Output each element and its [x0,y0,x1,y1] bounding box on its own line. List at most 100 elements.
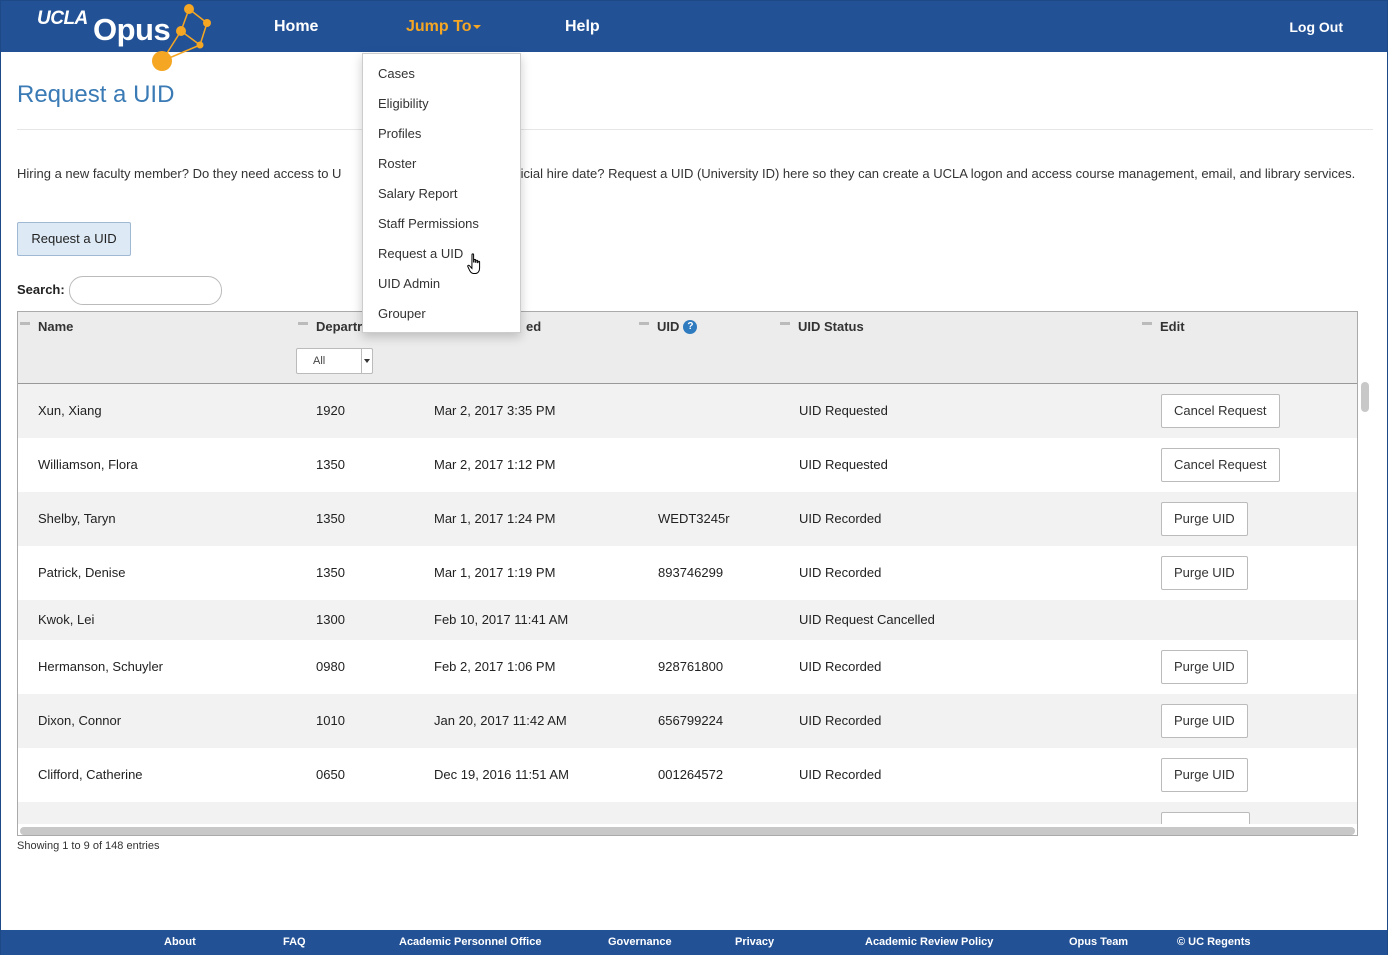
cell-department: 1300 [316,612,345,627]
cell-uid: WEDT3245r [658,511,730,526]
column-header-name-label: Name [38,319,74,334]
column-header-edit[interactable]: Edit [1142,319,1185,334]
nav-help[interactable]: Help [565,18,600,36]
department-filter-select[interactable]: All [296,348,373,374]
jump-menu-item-salary-report[interactable]: Salary Report [363,179,520,209]
cell-department: 1350 [316,457,345,472]
sort-handle-icon [1142,322,1152,326]
cell-uid-status: UID Recorded [799,659,882,674]
top-navigation-bar: UCLA Opus Home Jump To Help Log Out [1,1,1387,71]
cell-uid-status: UID Recorded [799,511,882,526]
jump-menu-item-eligibility[interactable]: Eligibility [363,89,520,119]
footer-link-academic-review-policy[interactable]: Academic Review Policy [865,936,993,948]
page-title: Request a UID [17,81,175,108]
cell-department: 1010 [316,713,345,728]
sort-handle-icon [298,322,308,326]
purge-uid-button[interactable]: Purge UID [1161,650,1248,684]
table-body: Xun, Xiang 1920 Mar 2, 2017 3:35 PM UID Req… [18,384,1357,824]
cell-uid-status: UID Request Cancelled [799,612,935,627]
nav-jump-to[interactable]: Jump To [406,18,482,36]
cell-uid: 893746299 [658,565,724,580]
table-row: Dixon, Connor 1010 Jan 20, 2017 11:42 AM 65… [18,694,1357,748]
cell-uid: 928761800 [658,659,724,674]
purge-uid-button[interactable]: Purge UID [1161,704,1248,738]
jump-to-menu: Cases Eligibility Profiles Roster Salary Rep… [362,53,521,333]
vertical-scrollbar[interactable] [1361,382,1369,412]
cell-department: 1350 [316,511,345,526]
caret-down-icon [473,24,482,29]
table-row: Kwok, Lei 1300 Feb 10, 2017 11:41 AM UID Re… [18,600,1357,640]
footer-link-about[interactable]: About [164,936,196,948]
table-row: Patrick, Denise 1350 Mar 1, 2017 1:19 PM 89… [18,546,1357,600]
column-header-department-label: Departr [316,319,363,334]
jump-menu-item-staff-permissions[interactable]: Staff Permissions [363,209,520,239]
column-header-requested[interactable]: ed [526,319,541,334]
jump-menu-item-profiles[interactable]: Profiles [363,119,520,149]
entries-count: Showing 1 to 9 of 148 entries [17,840,160,852]
logout-link[interactable]: Log Out [1289,19,1343,35]
jump-menu-item-roster[interactable]: Roster [363,149,520,179]
intro-text-after: official hire date? Request a UID (Unive… [506,166,1356,181]
footer-link-uc-regents[interactable]: © UC Regents [1177,936,1251,948]
column-header-requested-label: ed [526,319,542,334]
request-uid-button[interactable]: Request a UID [17,222,131,256]
logo-opus-text: Opus [93,12,171,47]
table-row [18,802,1357,824]
help-icon[interactable]: ? [683,319,698,334]
cell-uid-status: UID Recorded [799,713,882,728]
column-header-department[interactable]: Departr [298,319,362,334]
jump-menu-item-cases[interactable]: Cases [363,59,520,89]
nav-home[interactable]: Home [274,18,318,36]
cell-name: Kwok, Lei [38,612,95,627]
cell-name: Xun, Xiang [38,403,102,418]
column-header-name[interactable]: Name [20,319,73,334]
cell-name: Shelby, Taryn [38,511,116,526]
jump-menu-item-grouper[interactable]: Grouper [363,299,520,329]
cell-uid-status: UID Recorded [799,767,882,782]
cell-date-requested: Dec 19, 2016 11:51 AM [434,767,569,782]
hand-cursor-icon [467,253,481,274]
cancel-request-button[interactable]: Cancel Request [1161,448,1280,482]
footer-link-privacy[interactable]: Privacy [735,936,774,948]
cell-name: Dixon, Connor [38,713,122,728]
table-row: Clifford, Catherine 0650 Dec 19, 2016 11:5… [18,748,1357,802]
cell-date-requested: Mar 1, 2017 1:24 PM [434,511,556,526]
opus-logo[interactable]: UCLA Opus [15,1,225,73]
column-header-uid[interactable]: UID? [639,319,698,335]
footer-link-governance[interactable]: Governance [608,936,672,948]
purge-uid-button[interactable] [1161,812,1250,824]
cell-date-requested: Jan 20, 2017 11:42 AM [434,713,567,728]
column-header-uid-label: UID [657,319,680,334]
cell-uid: 656799224 [658,713,724,728]
cancel-request-button[interactable]: Cancel Request [1161,394,1280,428]
cell-date-requested: Feb 10, 2017 11:41 AM [434,612,569,627]
table-row: Xun, Xiang 1920 Mar 2, 2017 3:35 PM UID Req… [18,384,1357,438]
purge-uid-button[interactable]: Purge UID [1161,556,1248,590]
cell-date-requested: Mar 2, 2017 3:35 PM [434,403,556,418]
select-arrow-icon [361,349,372,373]
jump-menu-item-request-a-uid[interactable]: Request a UID [363,239,520,269]
department-filter-value: All [313,355,326,367]
search-input[interactable] [69,276,222,305]
horizontal-scrollbar[interactable] [20,827,1355,835]
table-row: Shelby, Taryn 1350 Mar 1, 2017 1:24 PM WEDT… [18,492,1357,546]
cell-name: Williamson, Flora [38,457,138,472]
intro-text: Hiring a new faculty member? Do they nee… [17,164,1362,183]
footer-link-academic-personnel-office[interactable]: Academic Personnel Office [399,936,541,948]
cell-name: Clifford, Catherine [38,767,143,782]
cell-date-requested: Feb 2, 2017 1:06 PM [434,659,556,674]
logo-ucla-text: UCLA [37,8,88,29]
footer-link-faq[interactable]: FAQ [283,936,306,948]
purge-uid-button[interactable]: Purge UID [1161,758,1248,792]
purge-uid-button[interactable]: Purge UID [1161,502,1248,536]
cell-uid-status: UID Recorded [799,565,882,580]
footer-link-opus-team[interactable]: Opus Team [1069,936,1128,948]
table-header: Name Departr ed UID? UID Status Edit All [18,312,1357,384]
jump-menu-item-uid-admin[interactable]: UID Admin [363,269,520,299]
search-label: Search: [17,282,65,297]
column-header-uid-status[interactable]: UID Status [780,319,864,334]
cell-department: 0980 [316,659,345,674]
sort-handle-icon [780,322,790,326]
cell-department: 0650 [316,767,345,782]
cell-uid-status: UID Requested [799,457,888,472]
